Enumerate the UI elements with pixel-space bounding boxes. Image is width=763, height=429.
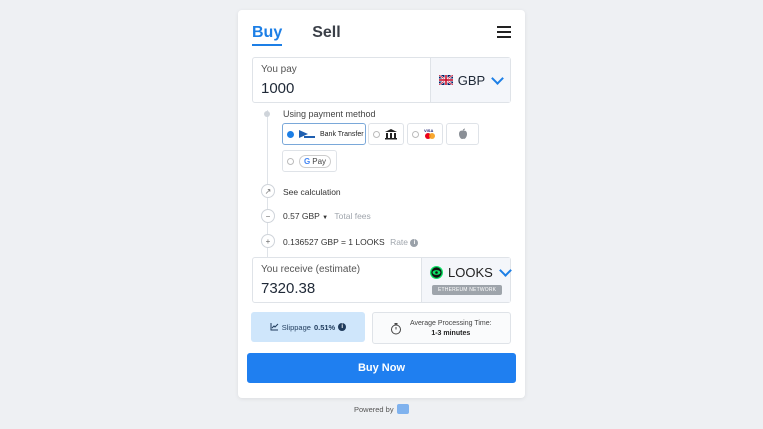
- chevron-down-icon: [491, 71, 505, 85]
- chevron-down-icon: [498, 264, 512, 277]
- apple-pay-icon: [458, 128, 467, 139]
- currency-code: GBP: [457, 72, 486, 88]
- provider-logo-icon[interactable]: [396, 404, 409, 414]
- powered-by-label: Powered by: [354, 404, 394, 414]
- expand-calculation-icon[interactable]: ↗: [261, 184, 275, 198]
- receive-field: You receive (estimate) 7320.38 LOOKS ETH…: [252, 257, 512, 303]
- minus-icon: −: [261, 209, 275, 223]
- payment-option-label: Bank Transfer: [320, 130, 364, 138]
- network-badge: ETHEREUM NETWORK: [432, 285, 503, 295]
- tab-bar: Buy Sell: [252, 24, 341, 46]
- plus-icon: +: [261, 234, 275, 248]
- tab-sell[interactable]: Sell: [312, 24, 340, 46]
- token-name: LOOKS: [448, 265, 493, 280]
- bank-transfer-icon: [299, 130, 315, 138]
- radio-unselected: [412, 130, 419, 138]
- receive-label: You receive (estimate): [261, 264, 361, 275]
- rate-row: 0.136527 GBP = 1 LOOKS Rate i: [283, 237, 419, 247]
- powered-by-footer: Powered by: [354, 404, 409, 414]
- rate-label: Rate: [390, 237, 409, 247]
- tab-buy[interactable]: Buy: [252, 24, 283, 46]
- looks-token-icon: [430, 266, 443, 279]
- payment-option-card[interactable]: VISA: [407, 123, 443, 145]
- radio-selected: [287, 130, 294, 138]
- fees-label: Total fees: [334, 211, 371, 221]
- receive-amount: 7320.38: [261, 280, 316, 297]
- fees-value[interactable]: 0.57 GBP: [283, 211, 320, 221]
- processing-value: 1-3 minutes: [431, 330, 471, 337]
- slippage-button[interactable]: Slippage 0.51% i: [251, 312, 365, 342]
- processing-label: Average Processing Time:: [410, 320, 492, 327]
- token-selector[interactable]: LOOKS ETHEREUM NETWORK: [421, 258, 512, 302]
- info-icon[interactable]: i: [338, 323, 347, 331]
- fees-row: 0.57 GBP ▼ Total fees: [283, 211, 371, 221]
- processing-text: Average Processing Time: 1-3 minutes: [410, 319, 492, 339]
- info-icon[interactable]: i: [410, 238, 419, 247]
- google-pay-label: Pay: [312, 156, 327, 166]
- payment-option-openbanking[interactable]: [368, 123, 404, 145]
- pay-input-area[interactable]: You pay 1000: [253, 58, 430, 102]
- processing-time-box: Average Processing Time: 1-3 minutes: [372, 312, 511, 344]
- payment-option-bank-transfer[interactable]: Bank Transfer: [282, 123, 366, 145]
- buy-now-button[interactable]: Buy Now: [247, 353, 516, 383]
- payment-option-google-pay[interactable]: G Pay: [282, 150, 337, 172]
- hamburger-menu-icon[interactable]: [497, 26, 511, 41]
- chart-icon: [270, 323, 279, 331]
- google-pay-badge: G Pay: [299, 154, 332, 168]
- receive-area: You receive (estimate) 7320.38: [253, 258, 421, 302]
- pay-amount-input[interactable]: 1000: [261, 80, 430, 97]
- google-pay-icon: G: [304, 156, 311, 166]
- payment-option-apple-pay[interactable]: [446, 123, 479, 145]
- see-calculation-link[interactable]: See calculation: [283, 187, 341, 197]
- stopwatch-icon: [391, 323, 401, 335]
- currency-selector[interactable]: GBP: [430, 58, 510, 102]
- widget-card: Buy Sell You pay 1000 GBP Using payment …: [238, 10, 525, 398]
- radio-unselected: [373, 130, 380, 138]
- pay-label: You pay: [261, 64, 297, 75]
- timeline-dot: [264, 111, 270, 117]
- token-row: LOOKS: [430, 264, 512, 280]
- slippage-label: Slippage: [281, 322, 311, 332]
- svg-text:VISA: VISA: [424, 128, 433, 133]
- openbanking-icon: [385, 129, 397, 140]
- visa-mastercard-icon: VISA: [424, 128, 435, 139]
- radio-unselected: [287, 157, 294, 165]
- pay-field: You pay 1000 GBP: [252, 57, 511, 103]
- payment-method-label: Using payment method: [283, 109, 376, 119]
- caret-down-icon[interactable]: ▼: [322, 215, 328, 221]
- uk-flag-icon: [438, 75, 453, 85]
- slippage-value: 0.51%: [313, 322, 336, 332]
- rate-value: 0.136527 GBP = 1 LOOKS: [283, 237, 385, 247]
